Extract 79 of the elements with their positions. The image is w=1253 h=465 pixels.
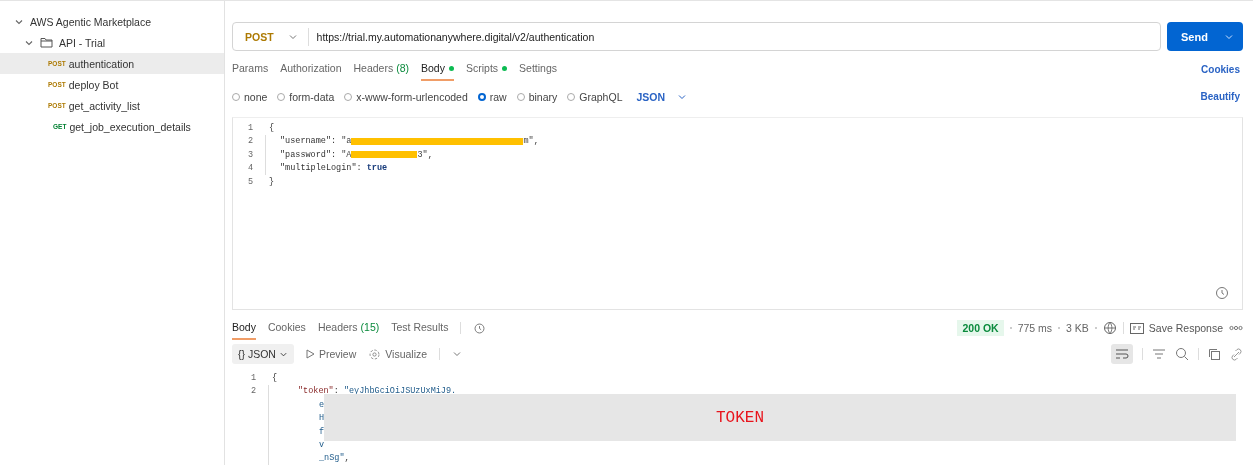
- code-token: H: [319, 413, 325, 424]
- send-button[interactable]: Send: [1167, 22, 1243, 52]
- line-number: 4: [246, 163, 254, 174]
- folder-name[interactable]: API - Trial: [59, 36, 106, 49]
- body-mode-radio[interactable]: binary: [516, 90, 558, 103]
- response-tab[interactable]: Headers (15): [317, 316, 380, 341]
- globe-icon[interactable]: [1102, 321, 1117, 336]
- request-tab[interactable]: Headers (8): [353, 57, 410, 82]
- line-number: 1: [246, 122, 254, 133]
- format-select[interactable]: JSON: [636, 90, 666, 103]
- url-field[interactable]: https://trial.my.automationanywhere.digital/v2/authentication: [316, 30, 595, 43]
- request-tab[interactable]: Authorization: [280, 57, 342, 82]
- code-token: ,: [344, 453, 350, 464]
- code-token: "A: [341, 149, 352, 160]
- copy-icon[interactable]: [1208, 347, 1221, 361]
- code-token: :: [356, 163, 363, 174]
- body-mode-radio[interactable]: form-data: [277, 90, 335, 103]
- redaction-label: TOKEN: [716, 408, 765, 427]
- response-tab[interactable]: Body: [232, 316, 256, 341]
- beautify-link[interactable]: Beautify: [1200, 91, 1243, 103]
- play-icon: [305, 349, 315, 360]
- code-token: _nSg": [319, 453, 345, 464]
- folder-icon: [40, 37, 53, 48]
- code-token: {: [269, 122, 275, 133]
- code-token: m": [523, 136, 534, 147]
- request-tab[interactable]: Settings: [519, 57, 557, 82]
- link-icon[interactable]: [1230, 347, 1243, 361]
- code-token: v: [319, 439, 325, 450]
- collection-name[interactable]: AWS Agentic Marketplace: [30, 15, 151, 28]
- line-number: 3: [246, 149, 254, 160]
- code-token: f: [319, 426, 325, 437]
- visualize-icon: [368, 347, 382, 361]
- code-token: "eyJhbGciOiJSUzUxMiJ9.: [343, 386, 457, 397]
- code-token: "a: [341, 136, 352, 147]
- request-tab[interactable]: Params: [232, 57, 269, 82]
- code-token: :: [333, 386, 340, 397]
- response-tab[interactable]: Cookies: [267, 316, 306, 341]
- wrap-icon[interactable]: [1111, 344, 1133, 365]
- line-number: 2: [249, 386, 257, 397]
- visualize-button[interactable]: Visualize: [368, 347, 428, 361]
- code-token: :: [331, 149, 338, 160]
- body-mode-radio[interactable]: x-www-form-urlencoded: [344, 90, 468, 103]
- body-mode-radio[interactable]: raw: [477, 90, 507, 103]
- search-icon[interactable]: [1175, 347, 1189, 362]
- preview-button[interactable]: Preview: [305, 348, 357, 361]
- body-mode-radio[interactable]: none: [232, 90, 268, 103]
- format-select[interactable]: {} JSON: [232, 344, 294, 365]
- body-mode-radio[interactable]: GraphQL: [567, 90, 623, 103]
- cookies-link[interactable]: Cookies: [1201, 63, 1243, 75]
- response-tab[interactable]: Test Results: [391, 316, 449, 341]
- request-tab[interactable]: Scripts: [465, 57, 508, 82]
- line-number: 1: [249, 372, 257, 383]
- history-icon[interactable]: [1214, 285, 1230, 302]
- code-token: "password": [280, 149, 331, 160]
- method-select[interactable]: POST: [245, 30, 274, 43]
- save-response-button[interactable]: Save Response: [1129, 322, 1223, 335]
- request-tab[interactable]: Body: [421, 57, 454, 82]
- filter-icon[interactable]: [1152, 348, 1166, 361]
- code-token: ,: [427, 149, 433, 160]
- save-icon: [1129, 322, 1144, 334]
- history-icon[interactable]: [473, 321, 487, 335]
- response-time: 775 ms: [1017, 322, 1053, 335]
- response-size: 3 KB: [1066, 322, 1089, 335]
- status-badge: 200 OK: [957, 320, 1004, 337]
- code-token: }: [269, 176, 275, 187]
- code-token: 3": [417, 149, 428, 160]
- line-number: 2: [246, 136, 254, 147]
- code-token: "multipleLogin": [280, 163, 357, 174]
- code-token: true: [366, 163, 388, 174]
- code-token: {: [272, 372, 278, 383]
- code-token: "username": [280, 136, 331, 147]
- code-token: ,: [533, 136, 539, 147]
- redaction-bar: [351, 151, 418, 159]
- line-number: 5: [246, 176, 254, 187]
- code-token: e: [319, 399, 325, 410]
- code-token: :: [331, 136, 338, 147]
- code-token: "token": [298, 386, 334, 397]
- code-editor[interactable]: 1 { 2 "username": "a m", 3 "password": "A 3", 4 "multipleLogin": true 5 }: [232, 117, 1243, 311]
- more-icon[interactable]: [1229, 325, 1243, 332]
